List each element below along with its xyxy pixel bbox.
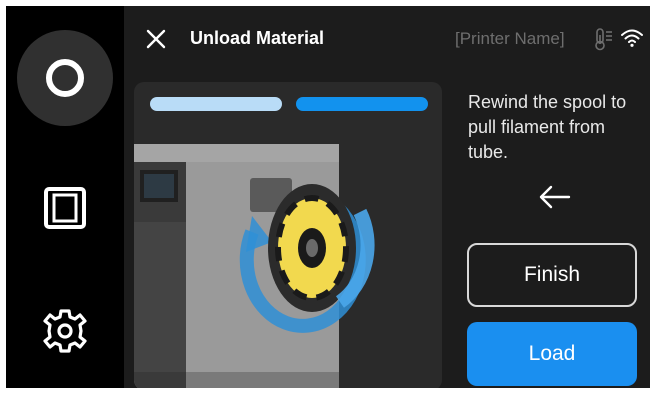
- gear-icon: [43, 309, 87, 353]
- device-icon: [44, 187, 86, 229]
- main-panel: Unload Material [Printer Name] Rewind th…: [124, 6, 650, 388]
- progress-step-1: [150, 97, 282, 111]
- printer-spool-illustration: [134, 144, 375, 388]
- sidebar-item-settings[interactable]: [38, 304, 92, 358]
- sidebar-item-home[interactable]: [17, 30, 113, 126]
- screen: Unload Material [Printer Name] Rewind th…: [6, 6, 650, 388]
- thermometer-icon: [595, 28, 612, 51]
- load-button[interactable]: Load: [467, 322, 637, 386]
- circle-icon: [46, 59, 84, 97]
- close-icon: [146, 29, 166, 49]
- sidebar-item-device[interactable]: [40, 183, 90, 233]
- wifi-icon: [621, 29, 643, 47]
- close-button[interactable]: [144, 27, 168, 51]
- illustration-card: [134, 82, 442, 388]
- printer-name: [Printer Name]: [455, 29, 565, 48]
- header: Unload Material [Printer Name]: [124, 6, 650, 72]
- progress-step-2: [296, 97, 428, 111]
- page-title: Unload Material: [190, 28, 325, 48]
- arrow-left-icon: [539, 185, 571, 209]
- sidebar: [6, 6, 124, 388]
- finish-button[interactable]: Finish: [467, 243, 637, 307]
- instruction-text: Rewind the spool to pull filament from t…: [468, 92, 627, 162]
